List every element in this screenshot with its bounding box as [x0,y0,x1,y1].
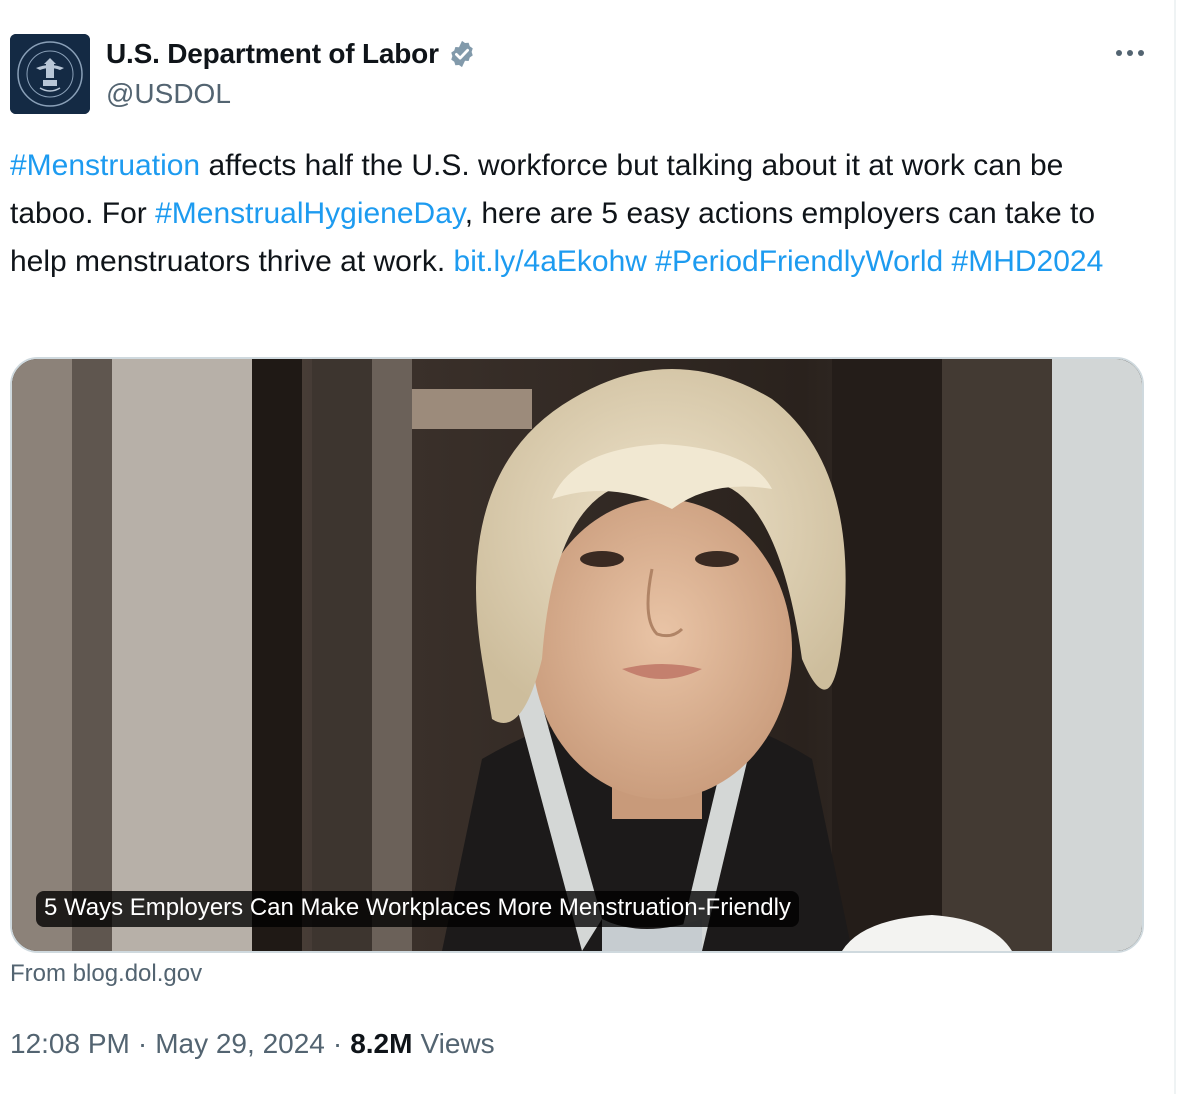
views-label: Views [420,1028,495,1059]
short-link[interactable]: bit.ly/4aEkohw [454,245,647,278]
more-options-button[interactable] [1110,38,1150,68]
display-name[interactable]: U.S. Department of Labor [106,38,439,70]
tweet-meta: 12:08 PM · May 29, 2024 · 8.2M Views [10,1028,495,1060]
tweet-time[interactable]: 12:08 PM [10,1028,130,1060]
column-divider [1174,0,1176,1094]
card-photo [12,359,1142,951]
link-preview-card[interactable]: 5 Ways Employers Can Make Workplaces Mor… [10,357,1144,953]
ellipsis-icon [1116,50,1144,56]
handle[interactable]: @USDOL [106,78,231,110]
views-count: 8.2M [350,1028,413,1059]
meta-separator: · [137,1028,148,1059]
hashtag-menstrual-hygiene-day[interactable]: #MenstrualHygieneDay [155,197,465,230]
tweet-text: #Menstruation affects half the U.S. work… [10,142,1150,286]
card-source[interactable]: From blog.dol.gov [10,960,202,988]
avatar[interactable] [10,34,90,114]
hashtag-menstruation[interactable]: #Menstruation [10,149,200,182]
tweet-header: U.S. Department of Labor @USDOL [10,34,1150,114]
tweet-date[interactable]: May 29, 2024 [155,1028,325,1060]
department-of-labor-seal-icon [10,34,90,114]
hashtag-period-friendly-world[interactable]: #PeriodFriendlyWorld [655,245,943,278]
meta-separator: · [332,1028,343,1059]
hashtag-mhd2024[interactable]: #MHD2024 [952,245,1104,278]
card-title[interactable]: 5 Ways Employers Can Make Workplaces Mor… [36,891,799,927]
name-row: U.S. Department of Labor [106,38,477,70]
verified-badge-icon[interactable] [447,39,477,69]
